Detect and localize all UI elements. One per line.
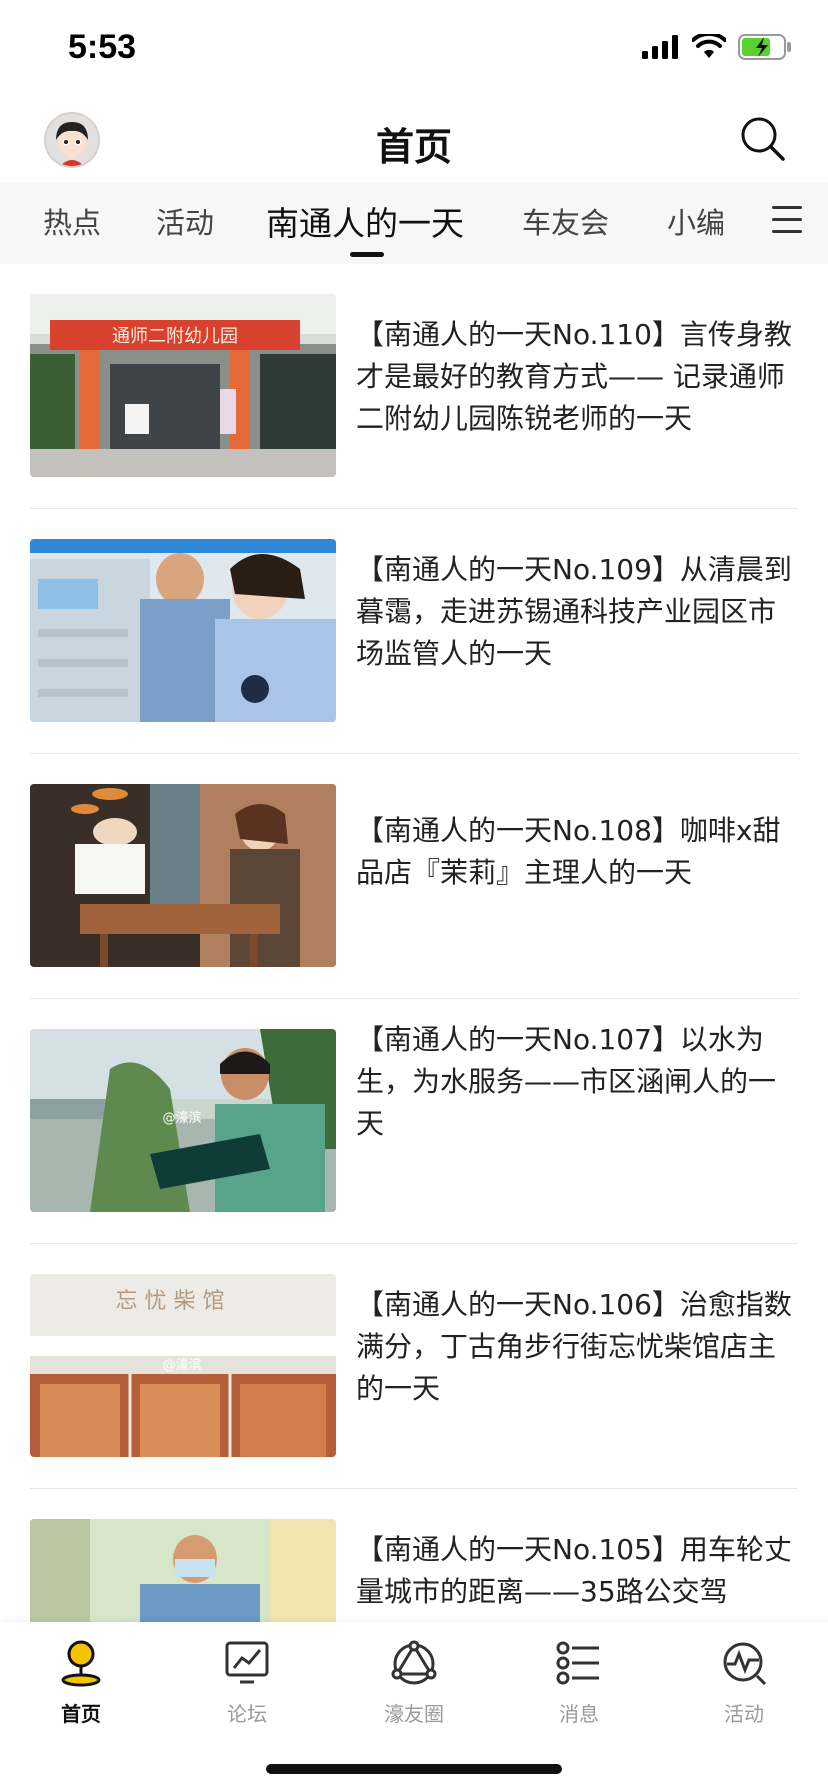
- gate-sign-text: 通师二附幼儿园: [112, 326, 238, 347]
- article-thumbnail: 通师二附幼儿园: [30, 294, 336, 477]
- tab-nantong-day[interactable]: 南通人的一天: [266, 197, 464, 245]
- coffee-shop-image: [30, 784, 336, 967]
- nav-circle[interactable]: 濠友圈: [354, 1638, 474, 1727]
- list-icon: [556, 1641, 599, 1685]
- search-button[interactable]: [738, 114, 788, 164]
- nav-activities[interactable]: 活动: [684, 1638, 804, 1727]
- header: 首页: [0, 100, 828, 182]
- nav-home[interactable]: 首页: [21, 1638, 141, 1727]
- tab-activities[interactable]: 活动: [156, 200, 214, 242]
- category-tabs: 热点 活动 南通人的一天 车友会 小编: [0, 182, 828, 264]
- nav-label: 消息: [559, 1702, 599, 1726]
- market-inspector-image: [30, 539, 336, 722]
- article-title[interactable]: 【南通人的一天No.106】治愈指数满分，丁古角步行街忘忧柴馆店主的一天: [356, 1284, 796, 1410]
- pulse-circle-icon: [723, 1642, 767, 1686]
- active-tab-indicator: [350, 252, 384, 257]
- tab-car-club[interactable]: 车友会: [522, 200, 609, 242]
- river-worker-image: @濠滨: [30, 1029, 336, 1212]
- article-thumbnail: [30, 539, 336, 722]
- article-title[interactable]: 【南通人的一天No.108】咖啡x甜品店『茉莉』主理人的一天: [356, 810, 796, 894]
- chart-board-icon: [225, 1641, 269, 1684]
- nav-label: 首页: [61, 1702, 101, 1726]
- list-item[interactable]: 【南通人的一天No.109】从清晨到暮霭，走进苏锡通科技产业园区市场监管人的一天: [0, 509, 828, 753]
- status-icons: [642, 34, 792, 60]
- signal-icon: [642, 35, 678, 59]
- wifi-icon: [692, 34, 726, 58]
- nav-forum[interactable]: 论坛: [187, 1638, 307, 1727]
- nav-messages[interactable]: 消息: [519, 1638, 639, 1727]
- article-title[interactable]: 【南通人的一天No.107】以水为生，为水服务——市区涵闸人的一天: [356, 1019, 796, 1145]
- home-indicator: [266, 1764, 562, 1774]
- nav-label: 濠友圈: [384, 1702, 444, 1726]
- network-triangle-icon: [391, 1640, 437, 1685]
- list-item[interactable]: @濠滨 【南通人的一天No.107】以水为生，为水服务——市区涵闸人的一天: [0, 999, 828, 1243]
- watermark-text: @濠滨: [162, 1110, 201, 1126]
- tab-hot[interactable]: 热点: [43, 200, 101, 242]
- page-title: 首页: [375, 125, 452, 169]
- status-time: 5:53: [68, 28, 137, 66]
- nav-label: 活动: [724, 1702, 764, 1726]
- battery-charging-icon: [738, 34, 791, 60]
- list-item[interactable]: 【南通人的一天No.108】咖啡x甜品店『茉莉』主理人的一天: [0, 754, 828, 998]
- article-thumbnail: 忘 忧 柴 馆 @濠滨: [30, 1274, 336, 1457]
- article-thumbnail: @濠滨: [30, 1029, 336, 1212]
- list-item[interactable]: 通师二附幼儿园 【南通人的一天No.110】言传身教才是最好的教育方式—— 记录…: [0, 264, 828, 508]
- shopfront-image: 忘 忧 柴 馆 @濠滨: [30, 1274, 336, 1457]
- article-title[interactable]: 【南通人的一天No.109】从清晨到暮霭，走进苏锡通科技产业园区市场监管人的一天: [356, 549, 796, 675]
- kindergarten-gate-image: 通师二附幼儿园: [30, 294, 336, 477]
- status-bar: 5:53: [0, 0, 828, 100]
- tab-editor[interactable]: 小编: [667, 200, 725, 242]
- bottom-nav: 首页 论坛 濠友圈 消息 活动: [0, 1622, 828, 1792]
- pin-icon: [61, 1640, 101, 1687]
- tab-menu-icon[interactable]: [772, 206, 802, 236]
- article-thumbnail: [30, 784, 336, 967]
- article-title[interactable]: 【南通人的一天No.110】言传身教才是最好的教育方式—— 记录通师二附幼儿园陈…: [356, 314, 796, 440]
- list-item[interactable]: 忘 忧 柴 馆 @濠滨 【南通人的一天No.106】治愈指数满分，丁古角步行街忘…: [0, 1244, 828, 1488]
- search-icon: [741, 117, 785, 161]
- nav-label: 论坛: [227, 1702, 267, 1726]
- article-title[interactable]: 【南通人的一天No.105】用车轮丈量城市的距离——35路公交驾: [356, 1529, 796, 1613]
- watermark-text: @濠滨: [162, 1357, 201, 1373]
- shop-sign-text: 忘 忧 柴 馆: [116, 1289, 225, 1314]
